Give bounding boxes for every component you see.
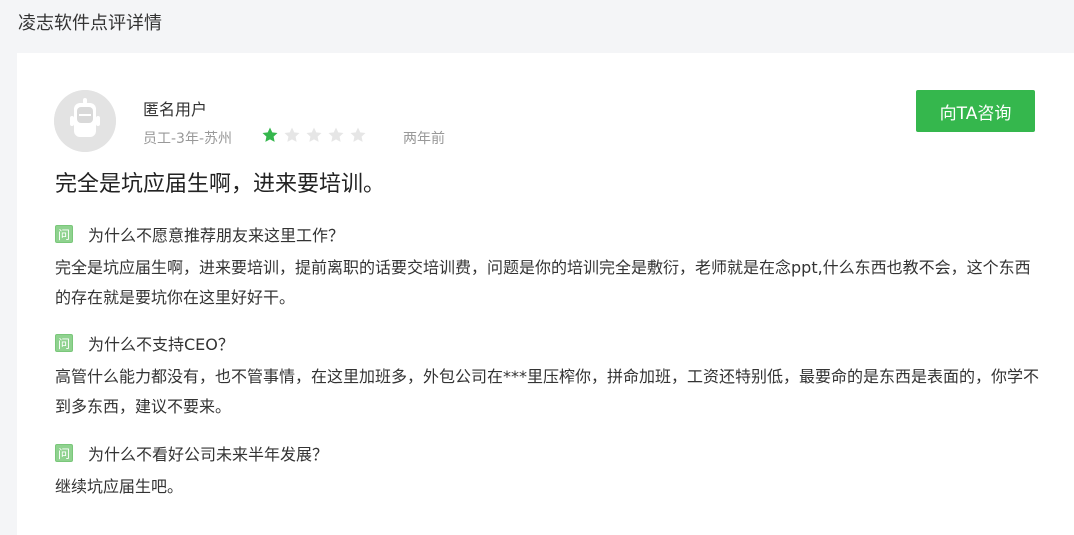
question-badge-icon: 问 xyxy=(55,225,73,243)
review-headline: 完全是坑应届生啊，进来要培训。 xyxy=(55,172,386,197)
review-time: 两年前 xyxy=(403,131,445,147)
rating-stars xyxy=(261,126,367,144)
star-icon xyxy=(306,127,322,142)
qa-item: 问 为什么不看好公司未来半年发展？ 继续坑应届生吧。 xyxy=(55,442,1045,502)
avatar-icon xyxy=(54,90,116,152)
answer-text: 高管什么能力都没有，也不管事情，在这里加班多，外包公司在***里压榨你，拼命加班… xyxy=(55,367,1040,416)
qa-item: 问 为什么不愿意推荐朋友来这里工作？ 完全是坑应届生啊，进来要培训，提前离职的话… xyxy=(55,223,1045,313)
review-card: 匿名用户 员工-3年-苏州 两年前 向TA咨询 完全是坑应届生啊，进来要培训。 … xyxy=(17,53,1074,535)
question-badge-icon: 问 xyxy=(55,444,73,462)
star-icon xyxy=(284,127,300,142)
star-icon xyxy=(350,127,366,142)
answer-text: 继续坑应届生吧。 xyxy=(55,477,184,496)
question-text: 为什么不愿意推荐朋友来这里工作？ xyxy=(88,226,345,245)
consult-button[interactable]: 向TA咨询 xyxy=(916,90,1035,132)
answer-text: 完全是坑应届生啊，进来要培训，提前离职的话要交培训费，问题是你的培训完全是敷衍，… xyxy=(55,258,1031,307)
user-meta: 员工-3年-苏州 xyxy=(143,131,233,147)
star-icon xyxy=(328,127,344,142)
question-text: 为什么不支持CEO？ xyxy=(88,335,234,354)
star-icon xyxy=(262,127,278,142)
username: 匿名用户 xyxy=(143,100,208,119)
question-badge-icon: 问 xyxy=(55,334,73,352)
page-header: 凌志软件点评详情 xyxy=(0,0,1074,48)
page-title: 凌志软件点评详情 xyxy=(18,13,162,34)
question-text: 为什么不看好公司未来半年发展？ xyxy=(88,445,329,464)
qa-item: 问 为什么不支持CEO？ 高管什么能力都没有，也不管事情，在这里加班多，外包公司… xyxy=(55,332,1045,422)
